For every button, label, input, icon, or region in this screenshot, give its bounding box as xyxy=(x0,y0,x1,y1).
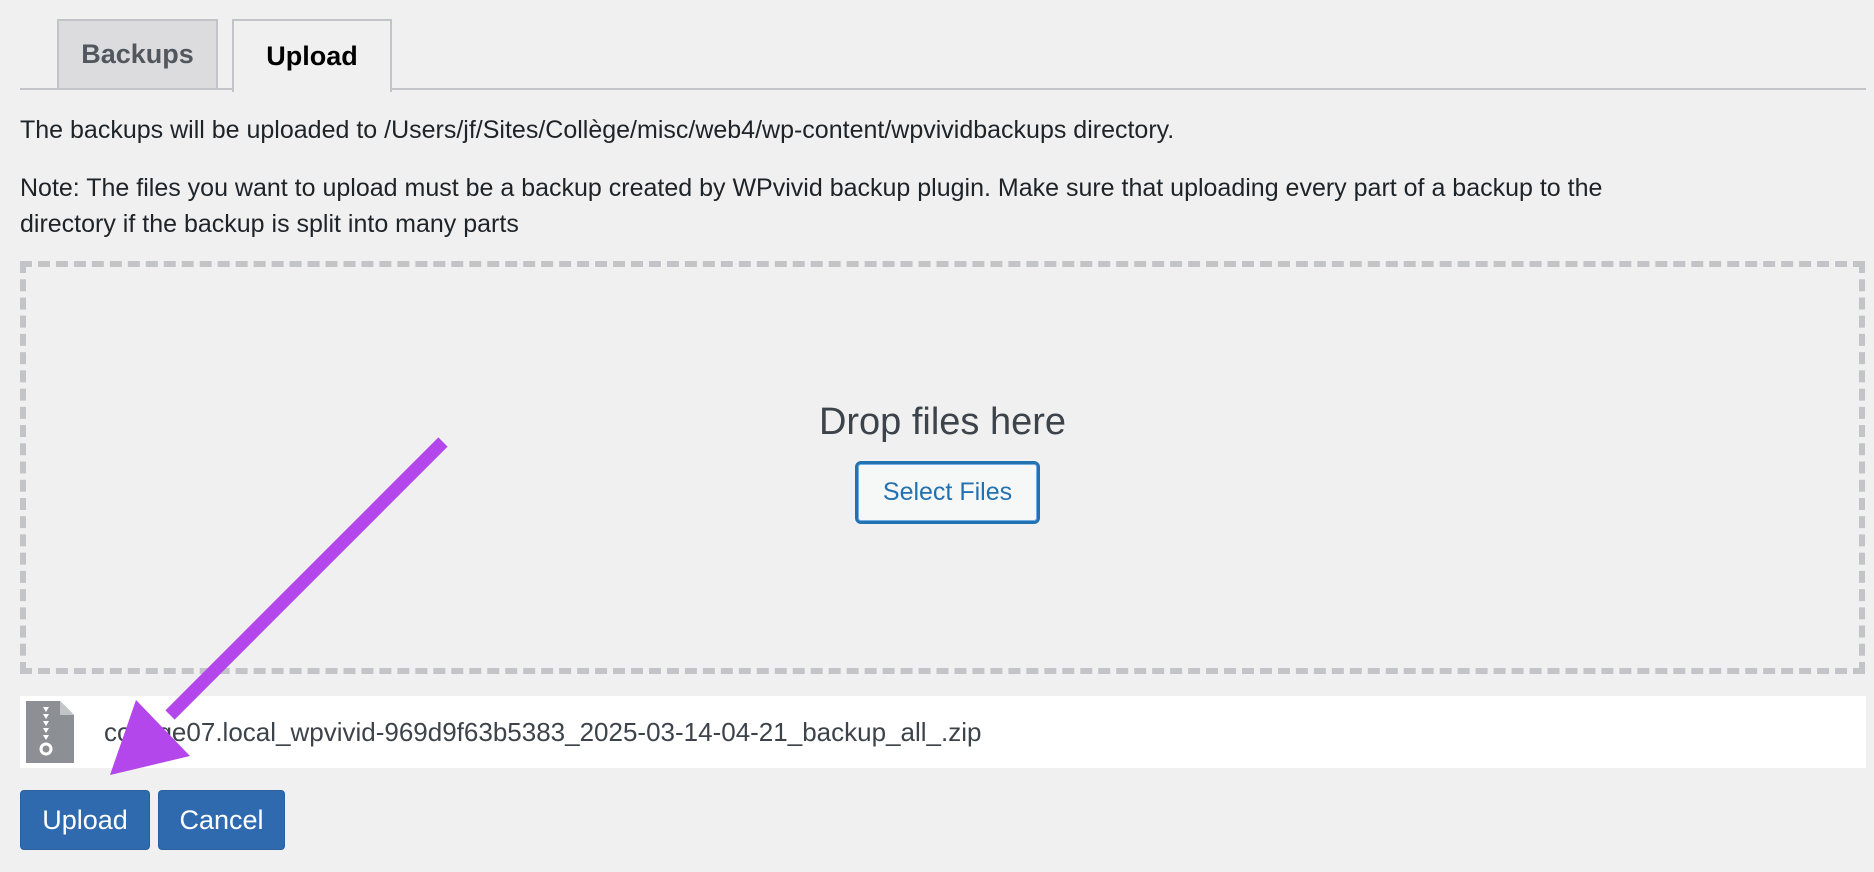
note-text-line2: directory if the backup is split into ma… xyxy=(20,210,519,238)
file-list-item: college07.local_wpvivid-969d9f63b5383_20… xyxy=(20,696,1866,768)
file-drop-zone[interactable]: Drop files here Select Files xyxy=(20,261,1865,674)
upload-path-text: The backups will be uploaded to /Users/j… xyxy=(20,116,1175,144)
zip-file-icon xyxy=(26,701,74,763)
drop-files-title: Drop files here xyxy=(818,401,1067,443)
file-name: college07.local_wpvivid-969d9f63b5383_20… xyxy=(104,717,982,747)
tab-bar: Backups Upload xyxy=(20,0,1866,92)
wpvivid-upload-page: Backups Upload The backups will be uploa… xyxy=(0,0,1874,872)
select-files-button[interactable]: Select Files xyxy=(855,461,1040,524)
upload-button[interactable]: Upload xyxy=(20,790,150,850)
tab-backups[interactable]: Backups xyxy=(57,19,218,88)
cancel-button[interactable]: Cancel xyxy=(158,790,285,850)
tab-upload[interactable]: Upload xyxy=(232,19,392,92)
note-text-line1: Note: The files you want to upload must … xyxy=(20,174,1603,202)
